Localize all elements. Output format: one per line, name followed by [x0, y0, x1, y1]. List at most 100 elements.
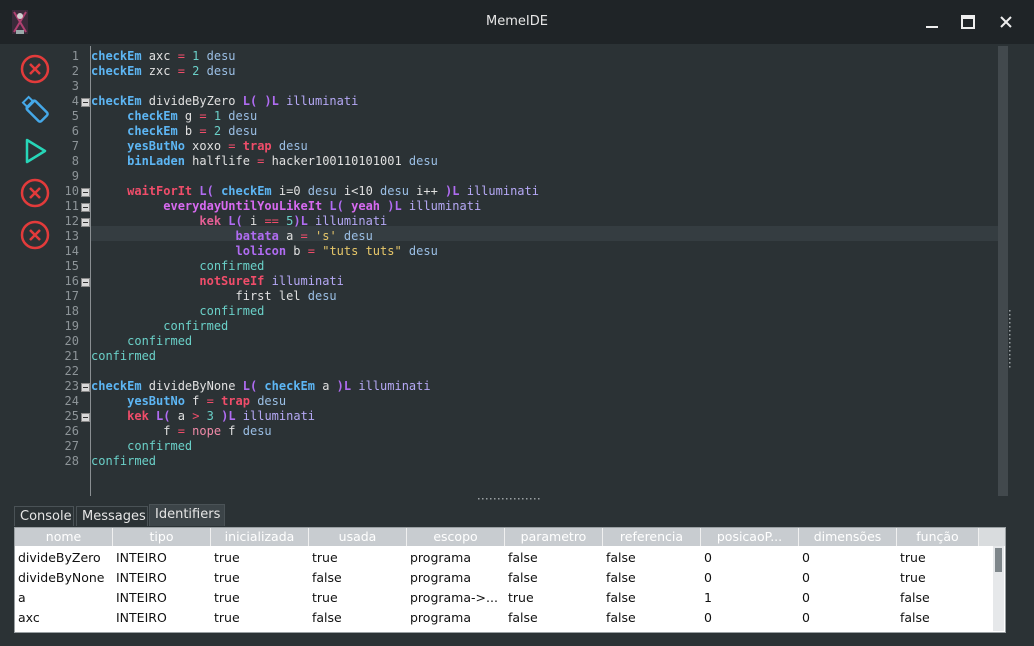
- code-line[interactable]: checkEm divideByZero L( )L illuminati: [91, 94, 358, 109]
- table-row[interactable]: axc INTEIRO true false programa false false 0 0 f…: [15, 608, 993, 628]
- table-cell: INTEIRO: [116, 590, 167, 605]
- code-line[interactable]: confirmed: [91, 334, 192, 349]
- code-line[interactable]: checkEm axc = 1 desu: [91, 49, 236, 64]
- fold-toggle[interactable]: [81, 98, 90, 107]
- minimize-button[interactable]: [918, 8, 946, 36]
- table-row[interactable]: divideByZero INTEIRO true true programa false…: [15, 548, 993, 568]
- fold-toggle[interactable]: [81, 188, 90, 197]
- code-token: desu: [271, 139, 308, 153]
- line-number: 25: [64, 409, 79, 423]
- line-number: 4: [71, 94, 79, 108]
- usb-button[interactable]: [18, 92, 52, 126]
- code-line[interactable]: yesButNo xoxo = trap desu: [91, 139, 308, 154]
- code-token: halflife: [184, 154, 258, 168]
- code-line[interactable]: checkEm zxc = 2 desu: [91, 64, 236, 79]
- table-row[interactable]: divideByNone INTEIRO true false programa fals…: [15, 568, 993, 588]
- code-line[interactable]: waitForIt L( checkEm i=0 desu i<10 desu …: [91, 184, 539, 199]
- fold-toggle[interactable]: [81, 203, 90, 212]
- code-line[interactable]: confirmed: [91, 439, 192, 454]
- code-token: first lel: [91, 289, 308, 303]
- table-cell: INTEIRO: [116, 610, 167, 625]
- code-line[interactable]: first lel desu: [91, 289, 336, 304]
- code-line[interactable]: kek L( i == 5)L illuminati: [91, 214, 387, 229]
- split-pane-handle[interactable]: [478, 497, 540, 501]
- code-line[interactable]: confirmed: [91, 319, 228, 334]
- stop-button-2[interactable]: [18, 176, 52, 210]
- identifiers-table: nome tipo inicializada usada escopo parametro…: [14, 527, 1006, 633]
- tab-messages[interactable]: Messages: [76, 506, 148, 526]
- code-token: kek: [199, 214, 222, 228]
- code-editor[interactable]: 1 2 3 4 5 6 7 8 9 10 11 12 13 14 15 16 17 18 19 20 21 22 23 24 2…: [64, 46, 998, 496]
- stop-button[interactable]: [18, 52, 52, 86]
- code-line[interactable]: checkEm g = 1 desu: [91, 109, 257, 124]
- code-line[interactable]: confirmed: [91, 304, 264, 319]
- column-header[interactable]: referencia: [603, 528, 701, 546]
- line-number: 1: [71, 49, 79, 63]
- close-window-button[interactable]: [992, 8, 1020, 36]
- table-cell: true: [312, 590, 338, 605]
- column-header[interactable]: tipo: [113, 528, 211, 546]
- code-line[interactable]: confirmed: [91, 454, 156, 469]
- code-line[interactable]: yesButNo f = trap desu: [91, 394, 286, 409]
- table-cell: false: [508, 610, 538, 625]
- table-cell: true: [214, 550, 240, 565]
- side-pane-handle[interactable]: [1008, 310, 1012, 370]
- fold-toggle[interactable]: [81, 413, 90, 422]
- tab-console[interactable]: Console: [14, 506, 74, 526]
- code-line[interactable]: everydayUntilYouLikeIt L( yeah )L illumi…: [91, 199, 481, 214]
- run-button[interactable]: [18, 134, 52, 168]
- maximize-button[interactable]: [954, 8, 982, 36]
- fold-toggle[interactable]: [81, 278, 90, 287]
- code-token: 3: [199, 409, 214, 423]
- line-number-gutter: 1 2 3 4 5 6 7 8 9 10 11 12 13 14 15 16 17 18 19 20 21 22 23 24 2…: [64, 46, 90, 496]
- code-line[interactable]: checkEm b = 2 desu: [91, 124, 257, 139]
- code-line[interactable]: binLaden halflife = hacker100110101001 d…: [91, 154, 438, 169]
- line-number: 15: [64, 259, 79, 273]
- stop-button-3[interactable]: [18, 218, 52, 252]
- table-cell: true: [214, 570, 240, 585]
- column-header[interactable]: posicaoP...: [701, 528, 799, 546]
- table-cell: false: [606, 550, 636, 565]
- table-cell: programa: [410, 550, 472, 565]
- table-cell: false: [508, 550, 538, 565]
- code-token: yeah: [343, 199, 381, 213]
- code-line[interactable]: f = nope f desu: [91, 424, 271, 439]
- editor-scrollbar-thumb[interactable]: [998, 46, 1008, 496]
- code-token: f: [91, 424, 178, 438]
- table-scrollbar-thumb[interactable]: [995, 548, 1002, 572]
- fold-toggle[interactable]: [81, 218, 90, 227]
- table-scrollbar[interactable]: [993, 546, 1004, 631]
- column-header[interactable]: nome: [15, 528, 113, 546]
- column-header[interactable]: dimensões: [799, 528, 897, 546]
- code-line[interactable]: lolicon b = "tuts tuts" desu: [91, 244, 438, 259]
- column-header[interactable]: parametro: [505, 528, 603, 546]
- code-line[interactable]: batata a = 's' desu: [91, 229, 373, 244]
- play-icon: [25, 138, 47, 164]
- line-number: 7: [71, 139, 79, 153]
- code-token: g: [177, 109, 200, 123]
- fold-toggle[interactable]: [81, 383, 90, 392]
- code-line[interactable]: checkEm divideByNone L( checkEm a )L ill…: [91, 379, 431, 394]
- code-line[interactable]: confirmed: [91, 259, 264, 274]
- line-number: 28: [64, 454, 79, 468]
- code-token: a: [170, 409, 193, 423]
- tab-identifiers[interactable]: Identifiers: [149, 504, 225, 526]
- code-line[interactable]: confirmed: [91, 349, 156, 364]
- code-token: L(: [242, 379, 258, 393]
- code-token: binLaden: [127, 154, 185, 168]
- column-header[interactable]: função: [897, 528, 979, 546]
- code-token: checkEm: [91, 49, 142, 63]
- code-token: desu: [249, 394, 287, 408]
- code-token: L(: [221, 214, 243, 228]
- column-header[interactable]: inicializada: [211, 528, 309, 546]
- code-line[interactable]: notSureIf illuminati: [91, 274, 344, 289]
- column-header[interactable]: usada: [309, 528, 407, 546]
- code-token: lolicon: [235, 244, 287, 258]
- code-token: confirmed: [127, 334, 193, 348]
- editor-scrollbar[interactable]: [998, 46, 1008, 496]
- table-cell: false: [606, 590, 636, 605]
- table-row[interactable]: a INTEIRO true true programa->... true false 1 0…: [15, 588, 993, 608]
- code-line[interactable]: kek L( a > 3 )L illuminati: [91, 409, 315, 424]
- column-header[interactable]: escopo: [407, 528, 505, 546]
